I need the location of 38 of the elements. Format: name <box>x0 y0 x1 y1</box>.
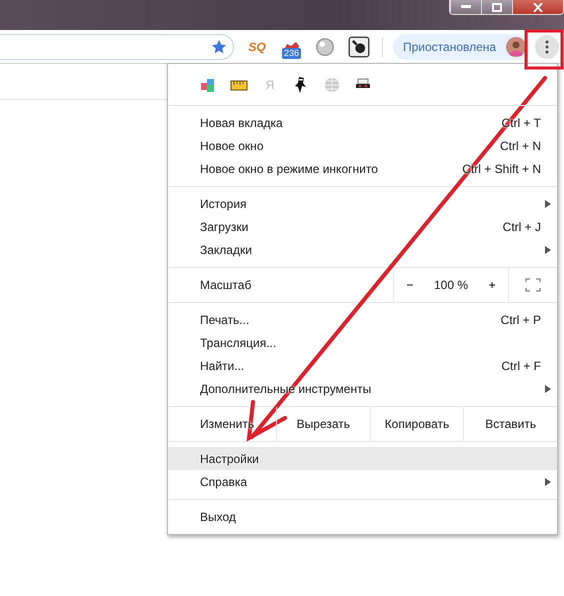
avatar-icon <box>506 36 526 56</box>
edit-button[interactable]: Вырезать <box>276 407 370 441</box>
submenu-arrow-icon <box>545 246 551 254</box>
menu-item[interactable]: Найти... Ctrl + F <box>168 354 557 377</box>
maximize-button[interactable] <box>481 0 512 14</box>
zoom-in-button[interactable]: + <box>484 278 500 292</box>
extension-icon[interactable]: 236 <box>280 36 302 58</box>
ball-icon[interactable] <box>314 36 336 58</box>
submenu-arrow-icon <box>545 478 551 486</box>
menu-item[interactable]: Новое окно Ctrl + N <box>168 134 557 157</box>
menu-item[interactable]: Выход <box>168 505 557 528</box>
maximize-icon <box>492 2 502 12</box>
bomb-icon[interactable] <box>348 36 370 58</box>
zoom-label: Масштаб <box>199 277 252 294</box>
edit-button[interactable]: Копировать <box>370 407 464 441</box>
fullscreen-icon[interactable] <box>525 278 541 292</box>
menu-item[interactable]: Справка <box>168 470 557 493</box>
annotation-frame <box>524 30 564 70</box>
menu-item[interactable]: Настройки <box>168 447 557 470</box>
submenu-arrow-icon <box>545 384 551 392</box>
menu-item[interactable]: История <box>168 192 557 215</box>
zoom-value: 100 % <box>434 278 468 292</box>
menu-item[interactable]: Печать... Ctrl + P <box>168 308 557 331</box>
minimize-icon <box>461 5 471 9</box>
menu-item[interactable]: Закладки <box>168 238 557 261</box>
close-icon <box>533 2 543 12</box>
submenu-arrow-icon <box>545 200 551 208</box>
count-badge: 236 <box>282 48 302 58</box>
more-icon <box>545 40 550 54</box>
profile-button[interactable]: Приостановлена <box>393 34 530 60</box>
zoom-out-button[interactable]: − <box>402 278 418 292</box>
menu-item[interactable]: Загрузки Ctrl + J <box>168 215 557 238</box>
menu-button[interactable] <box>535 34 560 58</box>
edit-button[interactable]: Вставить <box>463 407 558 441</box>
star-icon[interactable] <box>211 38 227 54</box>
minimize-button[interactable] <box>450 0 481 14</box>
menu-item[interactable]: Трансляция... <box>168 331 557 354</box>
close-button[interactable] <box>512 0 563 14</box>
